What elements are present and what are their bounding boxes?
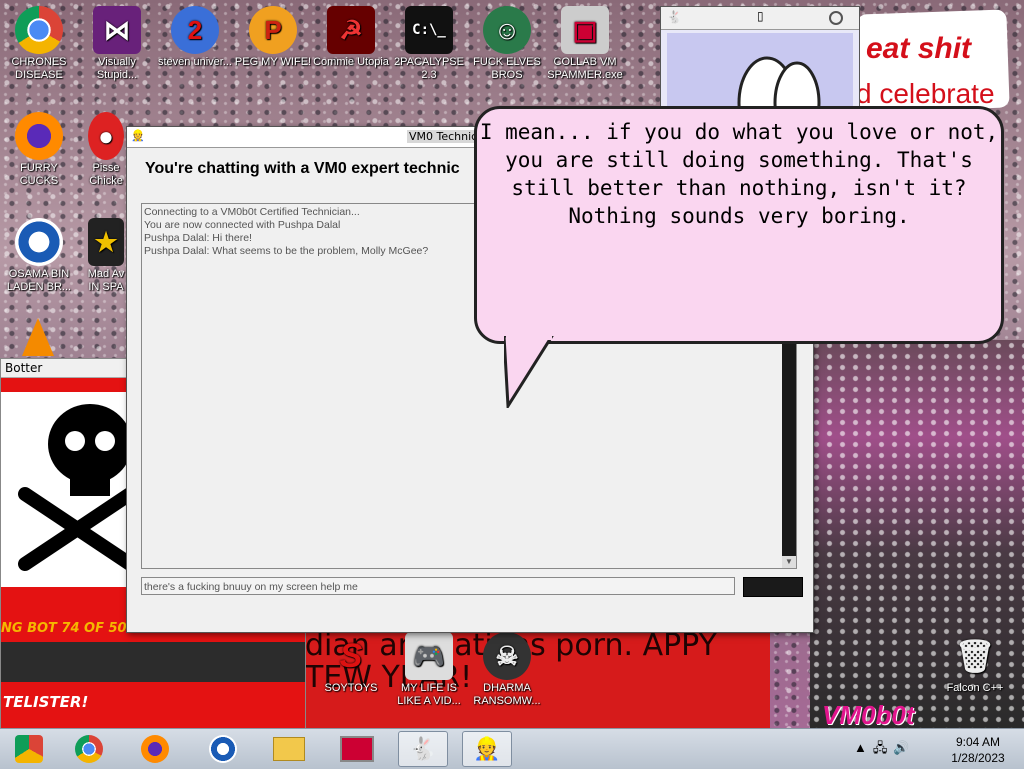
desktop-icon-chrones-disease[interactable]: CHRONES DISEASE bbox=[0, 6, 78, 82]
soytoys-icon: S bbox=[339, 636, 363, 675]
desktop-icon-label: steven univer... bbox=[158, 56, 232, 68]
technician-taskbar-button[interactable]: 👷 bbox=[462, 731, 512, 767]
desktop-icon-commie-utopia[interactable]: ☭ Commie Utopia bbox=[312, 6, 390, 69]
console-icon: C:\_ bbox=[405, 6, 453, 54]
botter-ticker: NG BOT 74 OF 50 bbox=[1, 621, 127, 636]
vlc-icon[interactable] bbox=[22, 318, 54, 356]
desktop-icon-label: OSAMA BIN LADEN BR... bbox=[6, 268, 72, 293]
desktop-icon-label: MY LIFE IS LIKE A VID... bbox=[397, 682, 461, 707]
chrome-taskbar-button[interactable] bbox=[64, 731, 114, 767]
desktop-icon-label: SOYTOYS bbox=[324, 682, 378, 694]
desktop-icon-steven-universe[interactable]: 2 steven univer... bbox=[156, 6, 234, 69]
desktop-icon-label: Pisse Chicke bbox=[89, 162, 123, 187]
taskbar: 🐇 👷 ▲🖧🔊 9:04 AM 1/28/2023 bbox=[0, 728, 1024, 769]
wallpaper-logo: VM0b0t bbox=[822, 700, 915, 730]
technician-icon: 👷 bbox=[131, 129, 145, 142]
firefox-icon bbox=[141, 735, 169, 763]
chat-message-input[interactable]: there's a fucking bnuuy on my screen hel… bbox=[141, 577, 735, 595]
desktop-icon-pisse-chicke[interactable]: ● Pisse Chicke bbox=[86, 112, 126, 188]
show-hidden-icons-icon[interactable]: ▲ bbox=[854, 740, 873, 755]
system-tray: ▲🖧🔊 9:04 AM 1/28/2023 bbox=[854, 731, 1014, 767]
desktop-icon-osama-bin-laden[interactable]: OSAMA BIN LADEN BR... bbox=[0, 218, 78, 294]
chat-heading: You're chatting with a VM0 expert techni… bbox=[145, 160, 460, 177]
hammer-sickle-icon: ☭ bbox=[327, 6, 375, 54]
scroll-down-arrow-icon[interactable]: ▼ bbox=[782, 556, 796, 568]
speech-line: still better than nothing, isn't it? bbox=[511, 176, 967, 200]
desktop-icon-fuck-elves-bros[interactable]: ☺ FUCK ELVES BROS bbox=[468, 6, 546, 82]
desktop-icon-label: FURRY CUCKS bbox=[19, 162, 59, 187]
speech-line: I mean... if you do what you love or not… bbox=[479, 120, 999, 144]
number-2-icon: 2 bbox=[171, 6, 219, 54]
p-icon: P bbox=[249, 6, 297, 54]
volume-icon[interactable]: 🔊 bbox=[893, 740, 915, 755]
recycle-bin-icon: 🗑 bbox=[954, 637, 996, 674]
desktop-icon-label: Visually Stupid... bbox=[96, 56, 138, 81]
chrome-alt-taskbar-button[interactable] bbox=[4, 731, 54, 767]
skull-icon: ☠ bbox=[483, 632, 531, 680]
close-button[interactable] bbox=[829, 11, 843, 25]
chrome-icon bbox=[75, 735, 103, 763]
firefox-icon bbox=[15, 112, 63, 160]
minimize-button[interactable]: ▯ bbox=[757, 9, 764, 23]
folder-icon bbox=[273, 737, 305, 761]
clock-date[interactable]: 1/28/2023 bbox=[942, 751, 1014, 765]
wallpaper-sign-line1: eat shit bbox=[866, 32, 972, 65]
desktop-icon-label: 2PACALYPSE 2.3 bbox=[394, 56, 464, 81]
desktop-icon-peg-my-wife[interactable]: P PEG MY WIFE! bbox=[234, 6, 312, 69]
bunny-icon: 🐇 bbox=[409, 736, 437, 762]
desktop-icon-label: FUCK ELVES BROS bbox=[473, 56, 541, 81]
angry-birds-space-icon: ★ bbox=[88, 218, 124, 266]
desktop-icon-soytoys[interactable]: S SOYTOYS bbox=[312, 632, 390, 695]
botter-dark-band bbox=[1, 642, 305, 682]
visual-studio-icon: ⋈ bbox=[93, 6, 141, 54]
gamepad-icon: 🎮 bbox=[405, 632, 453, 680]
desktop-icon-2pacalypse[interactable]: C:\_ 2PACALYPSE 2.3 bbox=[390, 6, 468, 82]
desktop-icon-dharma-ransomware[interactable]: ☠ DHARMA RANSOMW... bbox=[468, 632, 546, 708]
desktop-icon-label: Mad Av IN SPA bbox=[87, 268, 125, 293]
monitor-icon: ▣ bbox=[561, 6, 609, 54]
clock-time[interactable]: 9:04 AM bbox=[942, 735, 1014, 749]
desktop-icon-mad-angry-birds-space[interactable]: ★ Mad Av IN SPA bbox=[86, 218, 126, 294]
chat-window-title: VM0 Technic bbox=[407, 130, 480, 143]
vm-spammer-taskbar-button[interactable] bbox=[332, 731, 382, 767]
botter-footer-text: TELISTER! bbox=[3, 693, 89, 711]
desktop-icon-label: Falcon C++ bbox=[946, 682, 1004, 694]
speech-line: you are still doing something. That's bbox=[505, 148, 973, 172]
desktop-icon-visually-stupid[interactable]: ⋈ Visually Stupid... bbox=[78, 6, 156, 82]
desktop-icon-my-life-is-like-a-video[interactable]: 🎮 MY LIFE IS LIKE A VID... bbox=[390, 632, 468, 708]
obama-icon bbox=[15, 218, 63, 266]
speech-bubble-text: I mean... if you do what you love or not… bbox=[478, 118, 1000, 230]
desktop-icon-furry-cucks[interactable]: FURRY CUCKS bbox=[0, 112, 78, 188]
desktop-icon-falcon-cpp[interactable]: 🗑 Falcon C++ bbox=[936, 632, 1014, 695]
desktop-icon-label: CHRONES DISEASE bbox=[11, 56, 67, 81]
speech-line: Nothing sounds very boring. bbox=[568, 204, 910, 228]
file-explorer-taskbar-button[interactable] bbox=[264, 731, 314, 767]
tray-icons[interactable]: ▲🖧🔊 bbox=[854, 739, 916, 761]
desktop-icon-label: DHARMA RANSOMW... bbox=[473, 682, 541, 707]
angry-bird-icon: ● bbox=[88, 112, 124, 160]
chrome-alt-icon bbox=[15, 735, 43, 763]
desktop-icon-label: COLLAB VM SPAMMER.exe bbox=[547, 56, 623, 81]
desktop-icon-label: PEG MY WIFE! bbox=[234, 56, 312, 68]
send-button[interactable] bbox=[743, 577, 803, 597]
technician-icon: 👷 bbox=[473, 736, 501, 762]
bunny-taskbar-button[interactable]: 🐇 bbox=[398, 731, 448, 767]
desktop-icon-collab-vm-spammer[interactable]: ▣ COLLAB VM SPAMMER.exe bbox=[546, 6, 624, 82]
santa-icon: ☺ bbox=[483, 6, 531, 54]
bunny-app-icon: 🐇 bbox=[667, 10, 682, 24]
obama-icon bbox=[209, 735, 237, 763]
network-icon[interactable]: 🖧 bbox=[873, 740, 894, 755]
skull-crossbones-icon bbox=[18, 404, 135, 571]
firefox-taskbar-button[interactable] bbox=[130, 731, 180, 767]
desktop-icon-label: Commie Utopia bbox=[313, 56, 389, 68]
monitor-icon bbox=[340, 736, 374, 762]
obama-taskbar-button[interactable] bbox=[198, 731, 248, 767]
bunny-window-titlebar[interactable]: 🐇 ▯ bbox=[661, 7, 859, 30]
speech-bubble-tail bbox=[504, 336, 554, 408]
chrome-icon bbox=[15, 6, 63, 54]
